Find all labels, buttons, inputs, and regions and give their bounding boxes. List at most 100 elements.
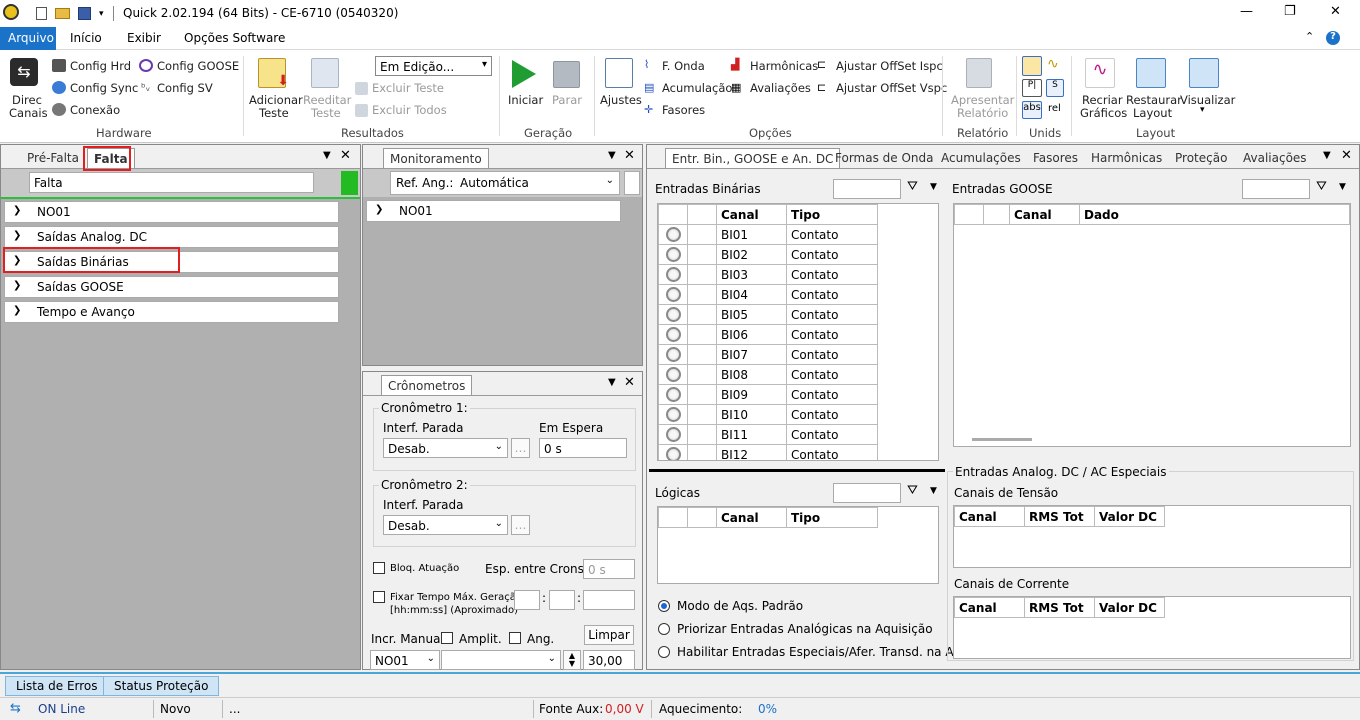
filter-icon[interactable]: ⛛: [907, 483, 918, 498]
visualize-icon[interactable]: [1189, 58, 1219, 88]
menu-inicio[interactable]: Início: [70, 31, 102, 45]
fixar-tempo-checkbox[interactable]: [373, 591, 385, 603]
incr-channel-combo[interactable]: NO01 ⌄: [370, 650, 440, 670]
conexao-button[interactable]: Conexão: [70, 103, 120, 117]
logic-filter-input[interactable]: [833, 483, 901, 503]
acumulacao-button[interactable]: Acumulação: [662, 81, 732, 95]
table-row[interactable]: BI11 Contato: [658, 424, 878, 445]
table-row[interactable]: BI08 Contato: [658, 364, 878, 385]
collapse-ribbon-icon[interactable]: ⌃: [1305, 30, 1314, 43]
bloq-atuacao-checkbox[interactable]: [373, 562, 385, 574]
tab-monitoramento[interactable]: Monitoramento: [383, 148, 489, 168]
secondary-icon[interactable]: S: [1046, 79, 1064, 97]
close-icon[interactable]: ✕: [624, 375, 635, 390]
hard-icon[interactable]: [52, 59, 66, 72]
incr-quantity-combo[interactable]: ⌄: [441, 650, 561, 670]
ang-checkbox[interactable]: [509, 632, 521, 644]
tab-protecao[interactable]: Proteção: [1169, 148, 1233, 168]
sine-icon[interactable]: ∿: [1047, 56, 1059, 72]
accordion-no01[interactable]: ❯ NO01: [4, 201, 339, 223]
iniciar-button[interactable]: Iniciar: [508, 93, 543, 107]
edition-state-combo[interactable]: Em Edição... ▾: [375, 56, 492, 76]
clock-icon[interactable]: [1022, 56, 1042, 76]
tab-pre-falta[interactable]: Pré-Falta: [21, 148, 85, 168]
adicionar-teste-label[interactable]: Teste: [259, 106, 289, 120]
fasores-button[interactable]: Fasores: [662, 103, 705, 117]
recriar-label[interactable]: Recriar: [1082, 93, 1123, 107]
filter-chevron-icon[interactable]: ▼: [930, 486, 937, 496]
table-row[interactable]: BI06 Contato: [658, 324, 878, 345]
sv-icon[interactable]: ᵇᵥ: [141, 81, 150, 94]
primary-secondary-icon[interactable]: P|: [1022, 79, 1042, 97]
tab-harmonicas[interactable]: Harmônicas: [1085, 148, 1168, 168]
save-icon[interactable]: [78, 7, 91, 20]
add-test-icon[interactable]: ⬇: [258, 58, 289, 89]
ajustar-offset-ispc-button[interactable]: Ajustar OffSet Ispc: [836, 59, 943, 73]
quick-access-dropdown-icon[interactable]: ▾: [99, 9, 104, 19]
accordion-saidas-analog-dc[interactable]: ❯ Saídas Analog. DC: [4, 226, 339, 248]
connection-icon[interactable]: [52, 103, 66, 116]
tab-cronometros[interactable]: Crônometros: [381, 375, 473, 395]
goose-filter-input[interactable]: [1242, 179, 1310, 199]
panel-menu-icon[interactable]: ▼: [608, 150, 616, 161]
table-row[interactable]: BI05 Contato: [658, 304, 878, 325]
tab-formas-de-onda[interactable]: Formas de Onda: [829, 148, 939, 168]
ajustar-offset-vspc-button[interactable]: Ajustar OffSet Vspc: [836, 81, 947, 95]
step-field[interactable]: 30,00: [583, 650, 635, 670]
goose-icon[interactable]: [139, 59, 153, 72]
help-icon[interactable]: ?: [1326, 31, 1340, 45]
recreate-graphs-icon[interactable]: ∿: [1085, 58, 1115, 88]
interf-parada-1-combo[interactable]: Desab. ⌄: [383, 438, 508, 458]
modo-padrao-radio[interactable]: [658, 600, 670, 612]
tab-acumulacoes[interactable]: Acumulações: [935, 148, 1027, 168]
filter-chevron-icon[interactable]: ▼: [1339, 182, 1346, 192]
filter-icon[interactable]: ⛛: [1316, 179, 1327, 194]
amplit-checkbox[interactable]: [441, 632, 453, 644]
tab-entr-bin[interactable]: Entr. Bin., GOOSE e An. DC: [665, 148, 841, 168]
panel-menu-icon[interactable]: ▼: [608, 377, 616, 388]
habilitar-especiais-radio[interactable]: [658, 646, 670, 658]
restore-layout-icon[interactable]: [1136, 58, 1166, 88]
config-goose-button[interactable]: Config GOOSE: [157, 59, 239, 73]
ajustes-icon[interactable]: [605, 58, 633, 88]
priorizar-analog-radio[interactable]: [658, 623, 670, 635]
minimize-button[interactable]: —: [1240, 4, 1253, 19]
table-row[interactable]: BI12 Contato: [658, 444, 878, 460]
filter-chevron-icon[interactable]: ▼: [930, 182, 937, 192]
tab-lista-de-erros[interactable]: Lista de Erros: [5, 676, 109, 696]
config-sync-button[interactable]: Config Sync: [70, 81, 138, 95]
visualizar-button[interactable]: Visualizar: [1180, 93, 1235, 107]
canais-label[interactable]: Canais: [9, 106, 48, 120]
rel-toggle[interactable]: rel: [1048, 103, 1061, 114]
menu-opcoes-software[interactable]: Opções Software: [184, 31, 285, 45]
interf-parada-2-combo[interactable]: Desab. ⌄: [383, 515, 508, 535]
ajustes-button[interactable]: Ajustes: [600, 93, 642, 107]
avaliacoes-button[interactable]: Avaliações: [750, 81, 811, 95]
table-row[interactable]: BI09 Contato: [658, 384, 878, 405]
tab-fasores[interactable]: Fasores: [1027, 148, 1084, 168]
harmonicas-button[interactable]: Harmônicas: [750, 59, 818, 73]
tab-avaliacoes[interactable]: Avaliações: [1237, 148, 1313, 168]
ref-ang-combo[interactable]: Automática ⌄: [456, 173, 618, 193]
panel-menu-icon[interactable]: ▼: [323, 150, 331, 161]
goose-horizontal-scrollbar[interactable]: [972, 438, 1032, 441]
filter-icon[interactable]: ⛛: [907, 179, 918, 194]
maximize-button[interactable]: ❐: [1284, 4, 1296, 19]
step-spinner[interactable]: ▲ ▼: [563, 650, 581, 670]
close-icon[interactable]: ✕: [340, 148, 351, 163]
close-icon[interactable]: ✕: [624, 148, 635, 163]
accordion-saidas-goose[interactable]: ❯ Saídas GOOSE: [4, 276, 339, 298]
close-button[interactable]: ✕: [1330, 4, 1341, 19]
monitor-no01[interactable]: ❯ NO01: [366, 200, 621, 222]
direc-canais-icon[interactable]: ⇆: [10, 58, 38, 86]
new-file-icon[interactable]: [36, 7, 47, 20]
tab-status-protecao[interactable]: Status Proteção: [103, 676, 220, 696]
close-icon[interactable]: ✕: [1341, 148, 1352, 163]
table-row[interactable]: BI03 Contato: [658, 264, 878, 285]
direc-label[interactable]: Direc: [12, 93, 42, 107]
menu-exibir[interactable]: Exibir: [127, 31, 161, 45]
menu-arquivo[interactable]: Arquivo: [0, 27, 56, 50]
layout-label[interactable]: Layout: [1133, 106, 1172, 120]
table-row[interactable]: BI07 Contato: [658, 344, 878, 365]
abs-toggle[interactable]: abs: [1022, 101, 1042, 119]
